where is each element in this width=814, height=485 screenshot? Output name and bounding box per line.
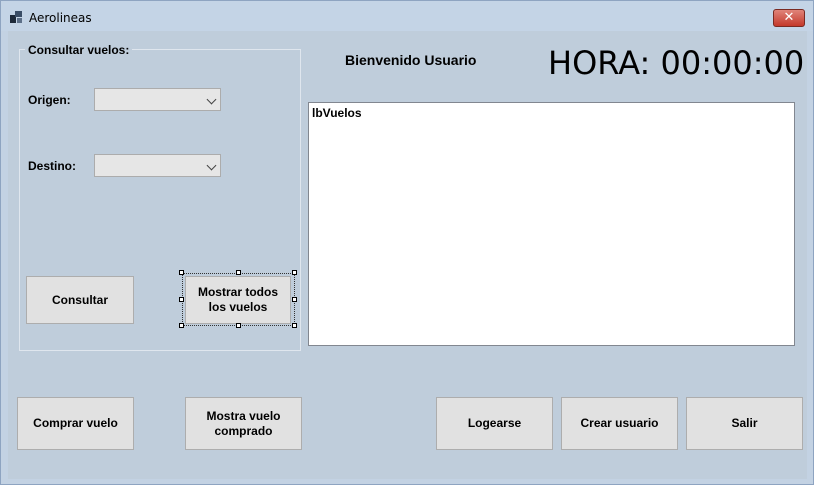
resize-handle[interactable] (179, 297, 184, 302)
origen-combobox[interactable] (94, 88, 221, 111)
chevron-down-icon (206, 160, 217, 171)
welcome-label: Bienvenido Usuario (345, 52, 477, 68)
mostrar-vuelo-comprado-button[interactable]: Mostra vuelo comprado (185, 397, 302, 450)
group-title: Consultar vuelos: (25, 43, 133, 57)
comprar-vuelo-button[interactable]: Comprar vuelo (17, 397, 134, 450)
salir-button[interactable]: Salir (686, 397, 803, 450)
destino-label: Destino: (28, 159, 76, 173)
close-button[interactable]: ✕ (773, 9, 805, 27)
consultar-button[interactable]: Consultar (26, 276, 134, 324)
close-icon: ✕ (783, 10, 795, 25)
resize-handle[interactable] (236, 323, 241, 328)
list-item[interactable]: lbVuelos (312, 106, 362, 120)
resize-handle[interactable] (292, 270, 297, 275)
origen-label: Origen: (28, 93, 71, 107)
designer-selection-frame (182, 273, 295, 326)
main-window: Aerolineas ✕ Consultar vuelos: Origen: D… (0, 0, 814, 485)
window-title: Aerolineas (29, 11, 92, 25)
resize-handle[interactable] (236, 270, 241, 275)
resize-handle[interactable] (179, 270, 184, 275)
vuelos-listbox[interactable]: lbVuelos (308, 102, 795, 346)
chevron-down-icon (206, 94, 217, 105)
clock-label: HORA: 00:00:00 (548, 44, 805, 82)
resize-handle[interactable] (292, 297, 297, 302)
resize-handle[interactable] (292, 323, 297, 328)
logearse-button[interactable]: Logearse (436, 397, 553, 450)
title-bar: Aerolineas ✕ (1, 1, 813, 31)
resize-handle[interactable] (179, 323, 184, 328)
destino-combobox[interactable] (94, 154, 221, 177)
crear-usuario-button[interactable]: Crear usuario (561, 397, 678, 450)
app-icon (10, 11, 22, 23)
